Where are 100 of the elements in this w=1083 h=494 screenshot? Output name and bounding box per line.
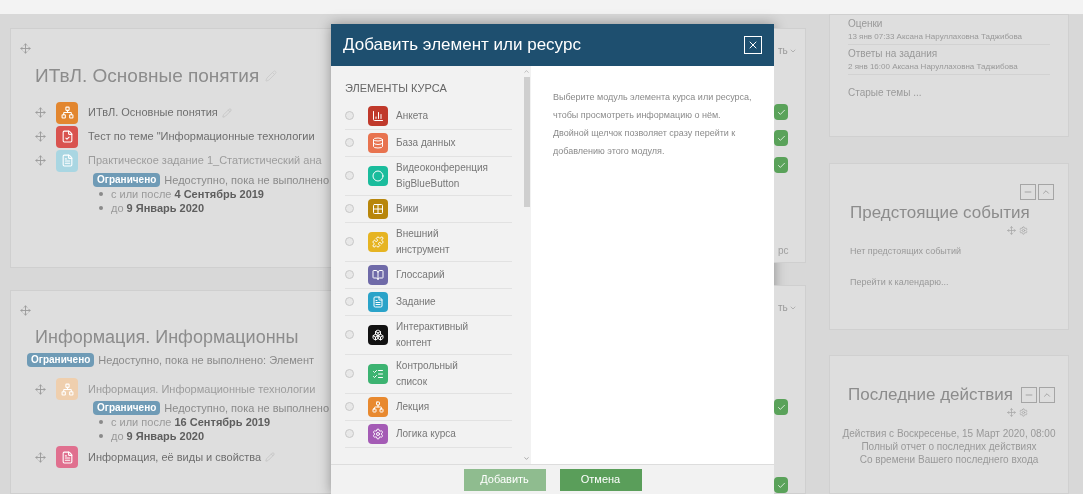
move-icon[interactable]: [35, 107, 46, 118]
move-icon[interactable]: [20, 43, 31, 54]
dock-button[interactable]: [1021, 386, 1038, 403]
block-title: Предстоящие события: [850, 203, 1030, 222]
move-icon[interactable]: [20, 305, 31, 316]
activity-since: Действия с Воскресенье, 15 Март 2020, 08:00: [841, 426, 1057, 440]
collapse-button[interactable]: [1039, 386, 1056, 403]
radio-button[interactable]: [345, 237, 354, 246]
module-link[interactable]: ИТвЛ. Основные понятия: [88, 104, 218, 121]
restriction-text: Недоступно, пока не выполнено: [164, 401, 330, 415]
module-option[interactable]: Логика курса: [345, 420, 512, 448]
module-option[interactable]: Глоссарий: [345, 261, 512, 289]
list-heading: ЭЛЕМЕНТЫ КУРСА: [345, 81, 448, 96]
block-title: Последние действия: [848, 384, 1014, 406]
chevron-up-icon: [1041, 187, 1051, 197]
restriction-condition: до 9 Январь 2020: [111, 429, 205, 443]
calendar-link[interactable]: Перейти к календарю...: [850, 277, 949, 287]
activity-note: Со времени Вашего последнего входа: [858, 452, 1040, 466]
module-label: Интерактивный контент: [396, 319, 470, 350]
radio-button[interactable]: [345, 330, 354, 339]
restriction-condition: с или после 4 Сентябрь 2019: [111, 186, 264, 201]
module-link[interactable]: Тест по теме "Информационные технологии: [88, 128, 315, 145]
radio-button[interactable]: [345, 171, 354, 180]
bullet-icon: [99, 420, 103, 424]
settings-icon[interactable]: [1019, 407, 1028, 417]
scroll-down-icon[interactable]: [523, 455, 530, 462]
check-icon: [776, 480, 786, 490]
module-label: Вики: [396, 201, 420, 216]
module-label: Внешний инструмент: [396, 226, 451, 257]
move-icon[interactable]: [1007, 407, 1016, 417]
restricted-badge: Ограничено: [93, 172, 161, 187]
close-button[interactable]: [744, 36, 762, 54]
bullet-icon: [99, 434, 103, 438]
module-label: Анкета: [396, 108, 429, 123]
edit-menu[interactable]: ть: [778, 300, 797, 315]
scroll-up-icon[interactable]: [523, 68, 530, 75]
restricted-badge: Ограничено: [93, 401, 161, 415]
radio-button[interactable]: [345, 270, 354, 279]
module-label: Задание: [396, 294, 437, 309]
completion-checkbox[interactable]: [774, 130, 788, 146]
edit-menu[interactable]: ть: [778, 43, 797, 58]
completion-checkbox[interactable]: [774, 104, 788, 120]
radio-button[interactable]: [345, 138, 354, 147]
move-icon[interactable]: [35, 131, 46, 142]
check-icon: [776, 402, 786, 412]
older-topics-link[interactable]: Старые темы ...: [848, 87, 922, 98]
module-option[interactable]: Видеоконференция BigBlueButton: [345, 156, 512, 196]
module-link[interactable]: Практическое задание 1_Статистический ана: [88, 152, 322, 169]
check-icon: [776, 160, 786, 170]
group-heading: Оценки: [848, 17, 884, 31]
move-icon[interactable]: [35, 451, 46, 463]
module-link[interactable]: Информация. Информационные технологии: [88, 380, 316, 398]
module-option[interactable]: Контрольный список: [345, 354, 512, 394]
network-icon: [60, 106, 74, 119]
bullet-icon: [99, 191, 103, 196]
document-icon: [60, 130, 74, 143]
dialog-title: Добавить элемент или ресурс: [343, 34, 581, 57]
module-label: Контрольный список: [396, 358, 459, 389]
move-icon[interactable]: [1007, 225, 1016, 235]
radio-button[interactable]: [345, 111, 354, 120]
module-option[interactable]: Вики: [345, 195, 512, 223]
module-option[interactable]: Внешний инструмент: [345, 222, 512, 262]
module-option[interactable]: Анкета: [345, 102, 512, 130]
section-title: ИТвЛ. Основные понятия: [35, 64, 260, 88]
empty-events-text: Нет предстоящих событий: [850, 244, 962, 258]
settings-icon[interactable]: [1019, 225, 1028, 235]
module-label: Глоссарий: [396, 267, 446, 282]
dock-button[interactable]: [1020, 184, 1036, 200]
full-report-link[interactable]: Полный отчет о последних действиях: [861, 440, 1037, 452]
module-option[interactable]: Интерактивный контент: [345, 315, 512, 355]
check-icon: [776, 107, 786, 117]
module-link[interactable]: Информация, её виды и свойства: [88, 448, 262, 466]
radio-button[interactable]: [345, 429, 354, 438]
restriction-text: Недоступно, пока не выполнено: Элемент: [98, 353, 315, 367]
restricted-badge: Ограничено: [27, 353, 95, 367]
module-option[interactable]: База данных: [345, 129, 512, 157]
completion-checkbox[interactable]: [774, 157, 788, 173]
section-title: Информация. Информационны: [35, 326, 299, 349]
radio-button[interactable]: [345, 369, 354, 378]
group-heading: Ответы на задания: [848, 47, 939, 61]
radio-button[interactable]: [345, 204, 354, 213]
move-icon[interactable]: [35, 155, 46, 166]
completion-checkbox[interactable]: [774, 477, 788, 493]
document-icon: [60, 154, 74, 167]
link-text[interactable]: рс: [778, 245, 789, 256]
completion-checkbox[interactable]: [774, 399, 788, 415]
radio-button[interactable]: [345, 297, 354, 306]
module-label: База данных: [396, 135, 457, 150]
module-label: Лекция: [396, 399, 431, 414]
module-label: Логика курса: [396, 426, 457, 441]
module-option[interactable]: Задание: [345, 288, 512, 316]
check-icon: [776, 133, 786, 143]
cancel-button[interactable]: Отмена: [559, 468, 642, 491]
collapse-button[interactable]: [1038, 184, 1054, 200]
radio-button[interactable]: [345, 402, 354, 411]
restriction-condition: до 9 Январь 2020: [111, 200, 205, 215]
restriction-text: Недоступно, пока не выполнено: [164, 172, 330, 187]
module-option[interactable]: Лекция: [345, 393, 512, 421]
move-icon[interactable]: [35, 383, 46, 395]
bullet-icon: [99, 205, 103, 210]
